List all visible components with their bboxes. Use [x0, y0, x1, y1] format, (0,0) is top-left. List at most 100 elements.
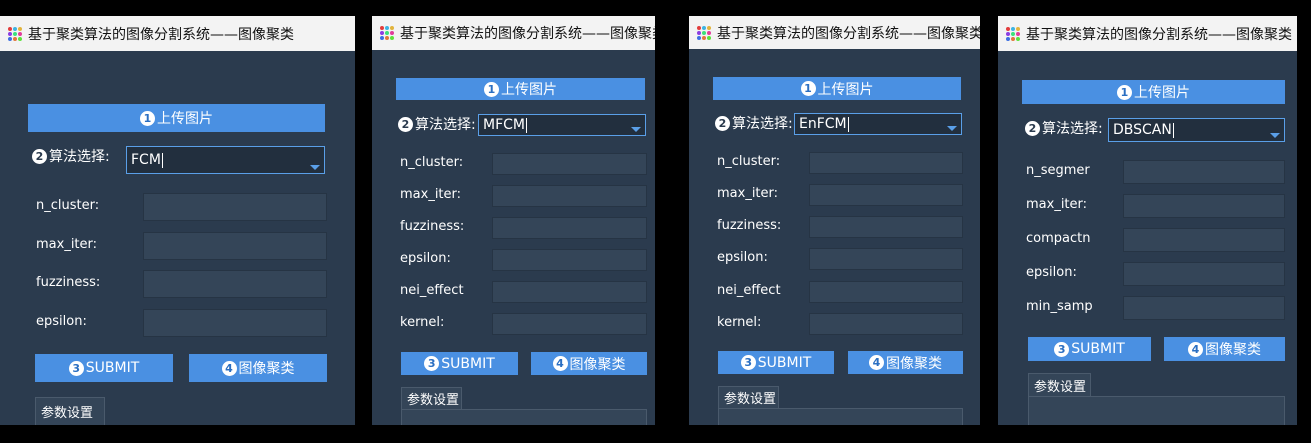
param-input[interactable]: [492, 281, 647, 303]
param-input[interactable]: [809, 152, 963, 174]
param-input[interactable]: [492, 217, 647, 239]
param-input[interactable]: [809, 281, 963, 303]
step-4-icon: 4: [221, 360, 237, 376]
chevron-down-icon[interactable]: [310, 165, 320, 170]
param-label: fuzziness:: [400, 219, 465, 234]
submit-label: SUBMIT: [757, 354, 812, 371]
algorithm-label-text: 算法选择:: [732, 116, 793, 132]
window-title: 基于聚类算法的图像分割系统——图像聚类: [400, 26, 655, 42]
chevron-down-icon[interactable]: [1270, 133, 1280, 138]
title-bar: 基于聚类算法的图像分割系统——图像聚类: [0, 16, 355, 51]
submit-label: SUBMIT: [85, 360, 140, 376]
tab-parameter-settings[interactable]: 参数设置: [718, 386, 779, 408]
title-bar: 基于聚类算法的图像分割系统——图像聚类: [689, 16, 980, 49]
tab-parameter-settings[interactable]: 参数设置: [35, 397, 105, 425]
param-label: kernel:: [717, 315, 762, 330]
image-cluster-label: 图像聚类: [886, 355, 942, 372]
step-2-icon: 2: [32, 148, 47, 164]
parameter-settings-panel: [718, 408, 963, 425]
param-input[interactable]: [492, 249, 647, 271]
param-label: kernel:: [400, 315, 445, 330]
algorithm-label-text: 算法选择:: [1042, 121, 1103, 137]
app-logo-icon: [8, 26, 22, 41]
param-input[interactable]: [143, 270, 327, 298]
app-window: 基于聚类算法的图像分割系统——图像聚类 1 上传图片 2 算法选择: MFCM n_clus…: [372, 16, 655, 425]
app-window: 基于聚类算法的图像分割系统——图像聚类 1 上传图片 2 算法选择: EnFCM n_clu…: [689, 16, 980, 425]
parameter-settings-panel: [401, 409, 647, 425]
step-4-icon: 4: [869, 355, 884, 370]
step-3-icon: 3: [1054, 341, 1070, 357]
tab-parameter-settings[interactable]: 参数设置: [401, 387, 462, 409]
algorithm-label: 2 算法选择:: [32, 146, 110, 166]
param-label: max_iter:: [717, 186, 779, 201]
tab-parameter-settings[interactable]: 参数设置: [1028, 373, 1091, 396]
image-cluster-button[interactable]: 4 图像聚类: [189, 354, 327, 382]
param-label: fuzziness:: [36, 275, 101, 290]
param-input[interactable]: [1123, 228, 1285, 252]
param-label: max_iter:: [36, 237, 98, 252]
submit-label: SUBMIT: [1071, 341, 1125, 357]
param-input[interactable]: [143, 193, 327, 221]
param-input[interactable]: [1123, 296, 1285, 320]
image-cluster-button[interactable]: 4 图像聚类: [1164, 337, 1285, 361]
submit-button[interactable]: 3 SUBMIT: [718, 351, 834, 374]
param-input[interactable]: [492, 185, 647, 207]
step-2-icon: 2: [398, 116, 413, 132]
algorithm-select[interactable]: FCM: [126, 146, 325, 174]
param-input[interactable]: [143, 309, 327, 337]
app-logo-icon: [1006, 26, 1020, 41]
chevron-down-icon[interactable]: [947, 126, 957, 131]
param-input[interactable]: [1123, 160, 1285, 184]
param-input[interactable]: [809, 184, 963, 206]
param-label: epsilon:: [1026, 265, 1077, 280]
upload-image-button[interactable]: 1 上传图片: [713, 77, 961, 100]
upload-image-button[interactable]: 1 上传图片: [28, 104, 325, 132]
param-input[interactable]: [492, 153, 647, 175]
param-input[interactable]: [492, 313, 647, 335]
algorithm-label: 2 算法选择:: [398, 114, 476, 134]
step-1-icon: 1: [1117, 84, 1132, 100]
algorithm-select[interactable]: MFCM: [478, 114, 646, 136]
algorithm-select[interactable]: DBSCAN: [1108, 118, 1285, 142]
param-label: nei_effect: [717, 283, 781, 298]
parameter-settings-panel: [1028, 396, 1285, 425]
image-cluster-label: 图像聚类: [238, 361, 295, 377]
param-input[interactable]: [1123, 194, 1285, 218]
algorithm-label-text: 算法选择:: [415, 117, 476, 133]
app-logo-icon: [697, 25, 711, 40]
param-label: max_iter:: [1026, 197, 1088, 212]
param-input[interactable]: [809, 248, 963, 270]
app-window: 基于聚类算法的图像分割系统——图像聚类 1 上传图片 2 算法选择: DBSCAN n_se…: [998, 16, 1297, 425]
step-1-icon: 1: [140, 110, 155, 126]
step-4-icon: 4: [1188, 341, 1203, 357]
param-label: epsilon:: [717, 250, 768, 265]
step-3-icon: 3: [68, 360, 84, 376]
step-2-icon: 2: [1025, 120, 1040, 136]
submit-button[interactable]: 3 SUBMIT: [401, 352, 518, 375]
step-1-icon: 1: [800, 81, 816, 96]
image-cluster-button[interactable]: 4 图像聚类: [848, 351, 963, 374]
param-input[interactable]: [809, 313, 963, 335]
step-1-icon: 1: [484, 81, 499, 97]
algorithm-select-value: FCM: [131, 151, 163, 168]
image-cluster-button[interactable]: 4 图像聚类: [531, 352, 647, 375]
algorithm-label: 2 算法选择:: [715, 113, 793, 133]
param-input[interactable]: [143, 232, 327, 260]
upload-image-label: 上传图片: [817, 81, 874, 98]
chevron-down-icon[interactable]: [631, 127, 641, 132]
submit-button[interactable]: 3 SUBMIT: [1028, 337, 1151, 361]
param-label: n_cluster:: [400, 155, 464, 170]
param-input[interactable]: [809, 216, 963, 238]
upload-image-button[interactable]: 1 上传图片: [1022, 80, 1285, 104]
algorithm-select[interactable]: EnFCM: [794, 113, 962, 135]
submit-button[interactable]: 3 SUBMIT: [35, 354, 173, 382]
upload-image-button[interactable]: 1 上传图片: [396, 78, 645, 100]
image-cluster-label: 图像聚类: [569, 356, 626, 373]
param-input[interactable]: [1123, 262, 1285, 286]
algorithm-select-value: MFCM: [483, 116, 527, 133]
tab-label: 参数设置: [41, 406, 94, 421]
param-label: max_iter:: [400, 187, 462, 202]
tab-label: 参数设置: [1034, 379, 1087, 395]
param-label: fuzziness:: [717, 218, 782, 233]
app-window: 基于聚类算法的图像分割系统——图像聚类 1 上传图片 2 算法选择: FCM n_clust…: [0, 16, 355, 425]
